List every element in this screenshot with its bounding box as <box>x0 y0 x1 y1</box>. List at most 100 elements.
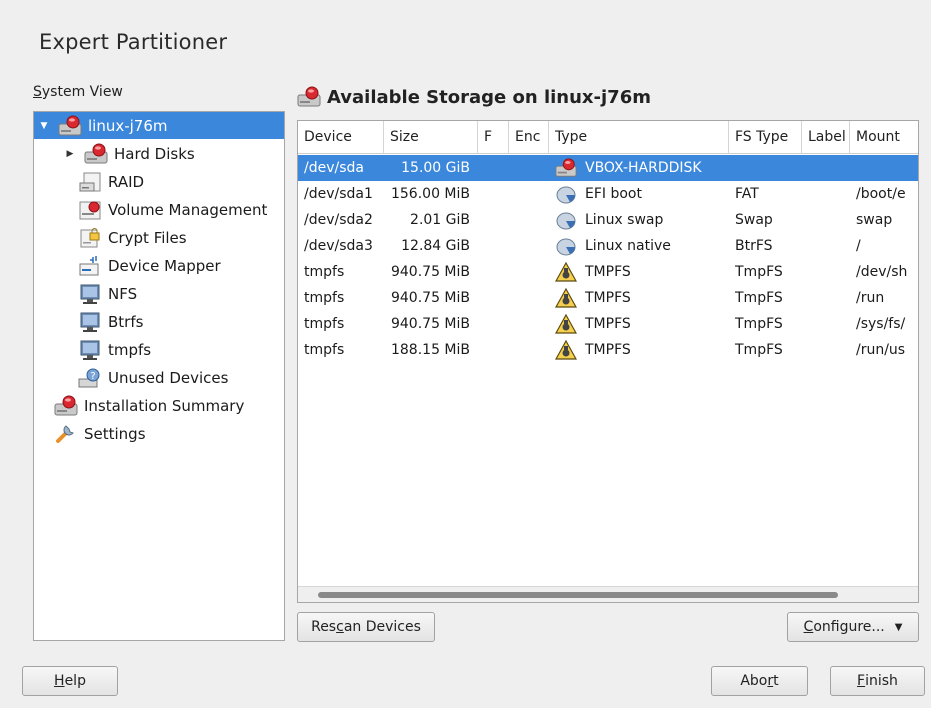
tmpfs-warning-icon <box>555 339 577 361</box>
cell-fs-type: TmpFS <box>735 264 783 280</box>
column-header-size[interactable]: Size <box>384 121 478 154</box>
tree-item-label: Unused Devices <box>108 369 229 387</box>
table-row[interactable]: tmpfs 188.15 MiB TMPFS TmpFS/run/us <box>298 337 918 363</box>
table-row[interactable]: /dev/sda3 12.84 GiB Linux native BtrFS / <box>298 233 918 259</box>
tree-item-label: tmpfs <box>108 341 152 359</box>
configure-label-accel: C <box>803 619 814 635</box>
abort-label-pre: Abo <box>740 673 768 689</box>
horizontal-scrollbar[interactable] <box>298 586 918 602</box>
configure-button[interactable]: Configure... ▼ <box>787 612 919 642</box>
cell-mount: /dev/sh <box>856 264 908 280</box>
tmpfs-warning-icon <box>555 287 577 309</box>
tmpfs-warning-icon <box>555 313 577 335</box>
cell-device: tmpfs <box>304 342 345 358</box>
tree-item-label: Settings <box>84 425 146 443</box>
tree-item-nfs[interactable]: NFS <box>34 280 137 308</box>
collapsed-arrow-icon[interactable]: ▶ <box>64 149 76 159</box>
cell-type: VBOX-HARDDISK <box>555 155 702 181</box>
cell-type-text: Linux swap <box>585 212 664 228</box>
rescan-devices-button[interactable]: Res c an Devices <box>297 612 435 642</box>
hard-disk-icon <box>84 143 108 165</box>
finish-label-post: inish <box>865 673 898 689</box>
cell-type-text: TMPFS <box>585 316 631 332</box>
table-row[interactable]: /dev/sda 15.00 GiB VBOX-HARDDISK <box>298 155 918 181</box>
column-header-type[interactable]: Type <box>549 121 729 154</box>
cell-type: Linux native <box>555 233 671 259</box>
settings-icon <box>54 423 78 445</box>
help-button[interactable]: Help <box>22 666 118 696</box>
tree-item-volume-management[interactable]: Volume Management <box>34 196 267 224</box>
expanded-arrow-icon[interactable]: ▼ <box>38 121 50 131</box>
rescan-label-pre: Res <box>311 619 337 635</box>
storage-title: Available Storage on linux-j76m <box>297 86 651 108</box>
column-header-enc[interactable]: Enc <box>509 121 549 154</box>
scrollbar-thumb[interactable] <box>318 592 838 598</box>
cell-device: /dev/sda2 <box>304 212 373 228</box>
cell-fs-type: BtrFS <box>735 238 773 254</box>
cell-type: TMPFS <box>555 311 631 337</box>
tree-item-device-mapper[interactable]: Device Mapper <box>34 252 221 280</box>
column-header-label[interactable]: Label <box>802 121 850 154</box>
tree-item-crypt-files[interactable]: Crypt Files <box>34 224 187 252</box>
column-header-device[interactable]: Device <box>298 121 384 154</box>
cell-type-text: VBOX-HARDDISK <box>585 160 702 176</box>
table-row[interactable]: /dev/sda2 2.01 GiB Linux swap Swap swap <box>298 207 918 233</box>
tree-item-unused-devices[interactable]: ? Unused Devices <box>34 364 228 392</box>
cell-type: TMPFS <box>555 337 631 363</box>
cell-mount: /sys/fs/ <box>856 316 906 332</box>
cell-size: 15.00 GiB <box>401 160 470 176</box>
cell-fs-type: Swap <box>735 212 773 228</box>
tree-item-label: Device Mapper <box>108 257 221 275</box>
storage-table[interactable]: Device Size F Enc Type FS Type Label Mount /dev… <box>297 120 919 603</box>
hard-disk-icon <box>555 157 577 179</box>
finish-button[interactable]: Finish <box>830 666 925 696</box>
tree-item-tmpfs[interactable]: tmpfs <box>34 336 151 364</box>
system-view-label: System View <box>33 84 123 100</box>
volume-management-icon <box>78 199 102 221</box>
table-row[interactable]: tmpfs 940.75 MiB TMPFS TmpFS/sys/fs/ <box>298 311 918 337</box>
tree-item-linux-j76m[interactable]: ▼ linux-j76m <box>34 112 284 139</box>
hard-disk-icon <box>297 86 321 108</box>
cell-type-text: TMPFS <box>585 264 631 280</box>
tree-item-label: linux-j76m <box>88 116 168 135</box>
tree-item-settings[interactable]: Settings <box>34 420 146 448</box>
tree-item-label: Btrfs <box>108 313 144 331</box>
device-mapper-icon <box>78 255 102 277</box>
cell-size: 188.15 MiB <box>390 342 470 358</box>
column-header-f[interactable]: F <box>478 121 509 154</box>
cell-mount: /run/us <box>856 342 906 358</box>
configure-label-post: onfigure... <box>813 619 885 635</box>
table-header: Device Size F Enc Type FS Type Label Mount <box>298 121 918 154</box>
abort-button[interactable]: Abo r t <box>711 666 808 696</box>
partition-icon <box>555 235 577 257</box>
system-view-tree[interactable]: ▼ linux-j76m ▶ Hard Disks RAID Volume Managem… <box>33 111 285 641</box>
tree-item-installation-summary[interactable]: Installation Summary <box>34 392 244 420</box>
cell-mount: /run <box>856 290 885 306</box>
finish-label-accel: F <box>857 673 866 689</box>
hard-disk-icon <box>58 115 82 137</box>
table-row[interactable]: tmpfs 940.75 MiB TMPFS TmpFS/run <box>298 285 918 311</box>
tree-item-btrfs[interactable]: Btrfs <box>34 308 143 336</box>
cell-type: EFI boot <box>555 181 642 207</box>
cell-mount: / <box>856 238 861 254</box>
cell-size: 12.84 GiB <box>401 238 470 254</box>
table-row[interactable]: /dev/sda1 156.00 MiB EFI boot FAT/boot/e <box>298 181 918 207</box>
cell-size: 940.75 MiB <box>390 264 470 280</box>
cell-type-text: EFI boot <box>585 186 642 202</box>
tmpfs-warning-icon <box>555 261 577 283</box>
cell-size: 156.00 MiB <box>390 186 470 202</box>
crypt-files-icon <box>78 227 102 249</box>
storage-title-text: Available Storage on linux-j76m <box>327 86 651 108</box>
tree-item-label: NFS <box>108 285 138 303</box>
table-row[interactable]: tmpfs 940.75 MiB TMPFS TmpFS/dev/sh <box>298 259 918 285</box>
raid-icon <box>78 171 102 193</box>
cell-fs-type: TmpFS <box>735 342 783 358</box>
tree-item-label: Crypt Files <box>108 229 187 247</box>
column-header-mount[interactable]: Mount <box>850 121 918 154</box>
tree-item-raid[interactable]: RAID <box>34 168 144 196</box>
cell-type: TMPFS <box>555 285 631 311</box>
tree-item-hard-disks[interactable]: ▶ Hard Disks <box>34 140 195 168</box>
cell-size: 940.75 MiB <box>390 316 470 332</box>
column-header-fs-type[interactable]: FS Type <box>729 121 802 154</box>
cell-device: /dev/sda3 <box>304 238 373 254</box>
